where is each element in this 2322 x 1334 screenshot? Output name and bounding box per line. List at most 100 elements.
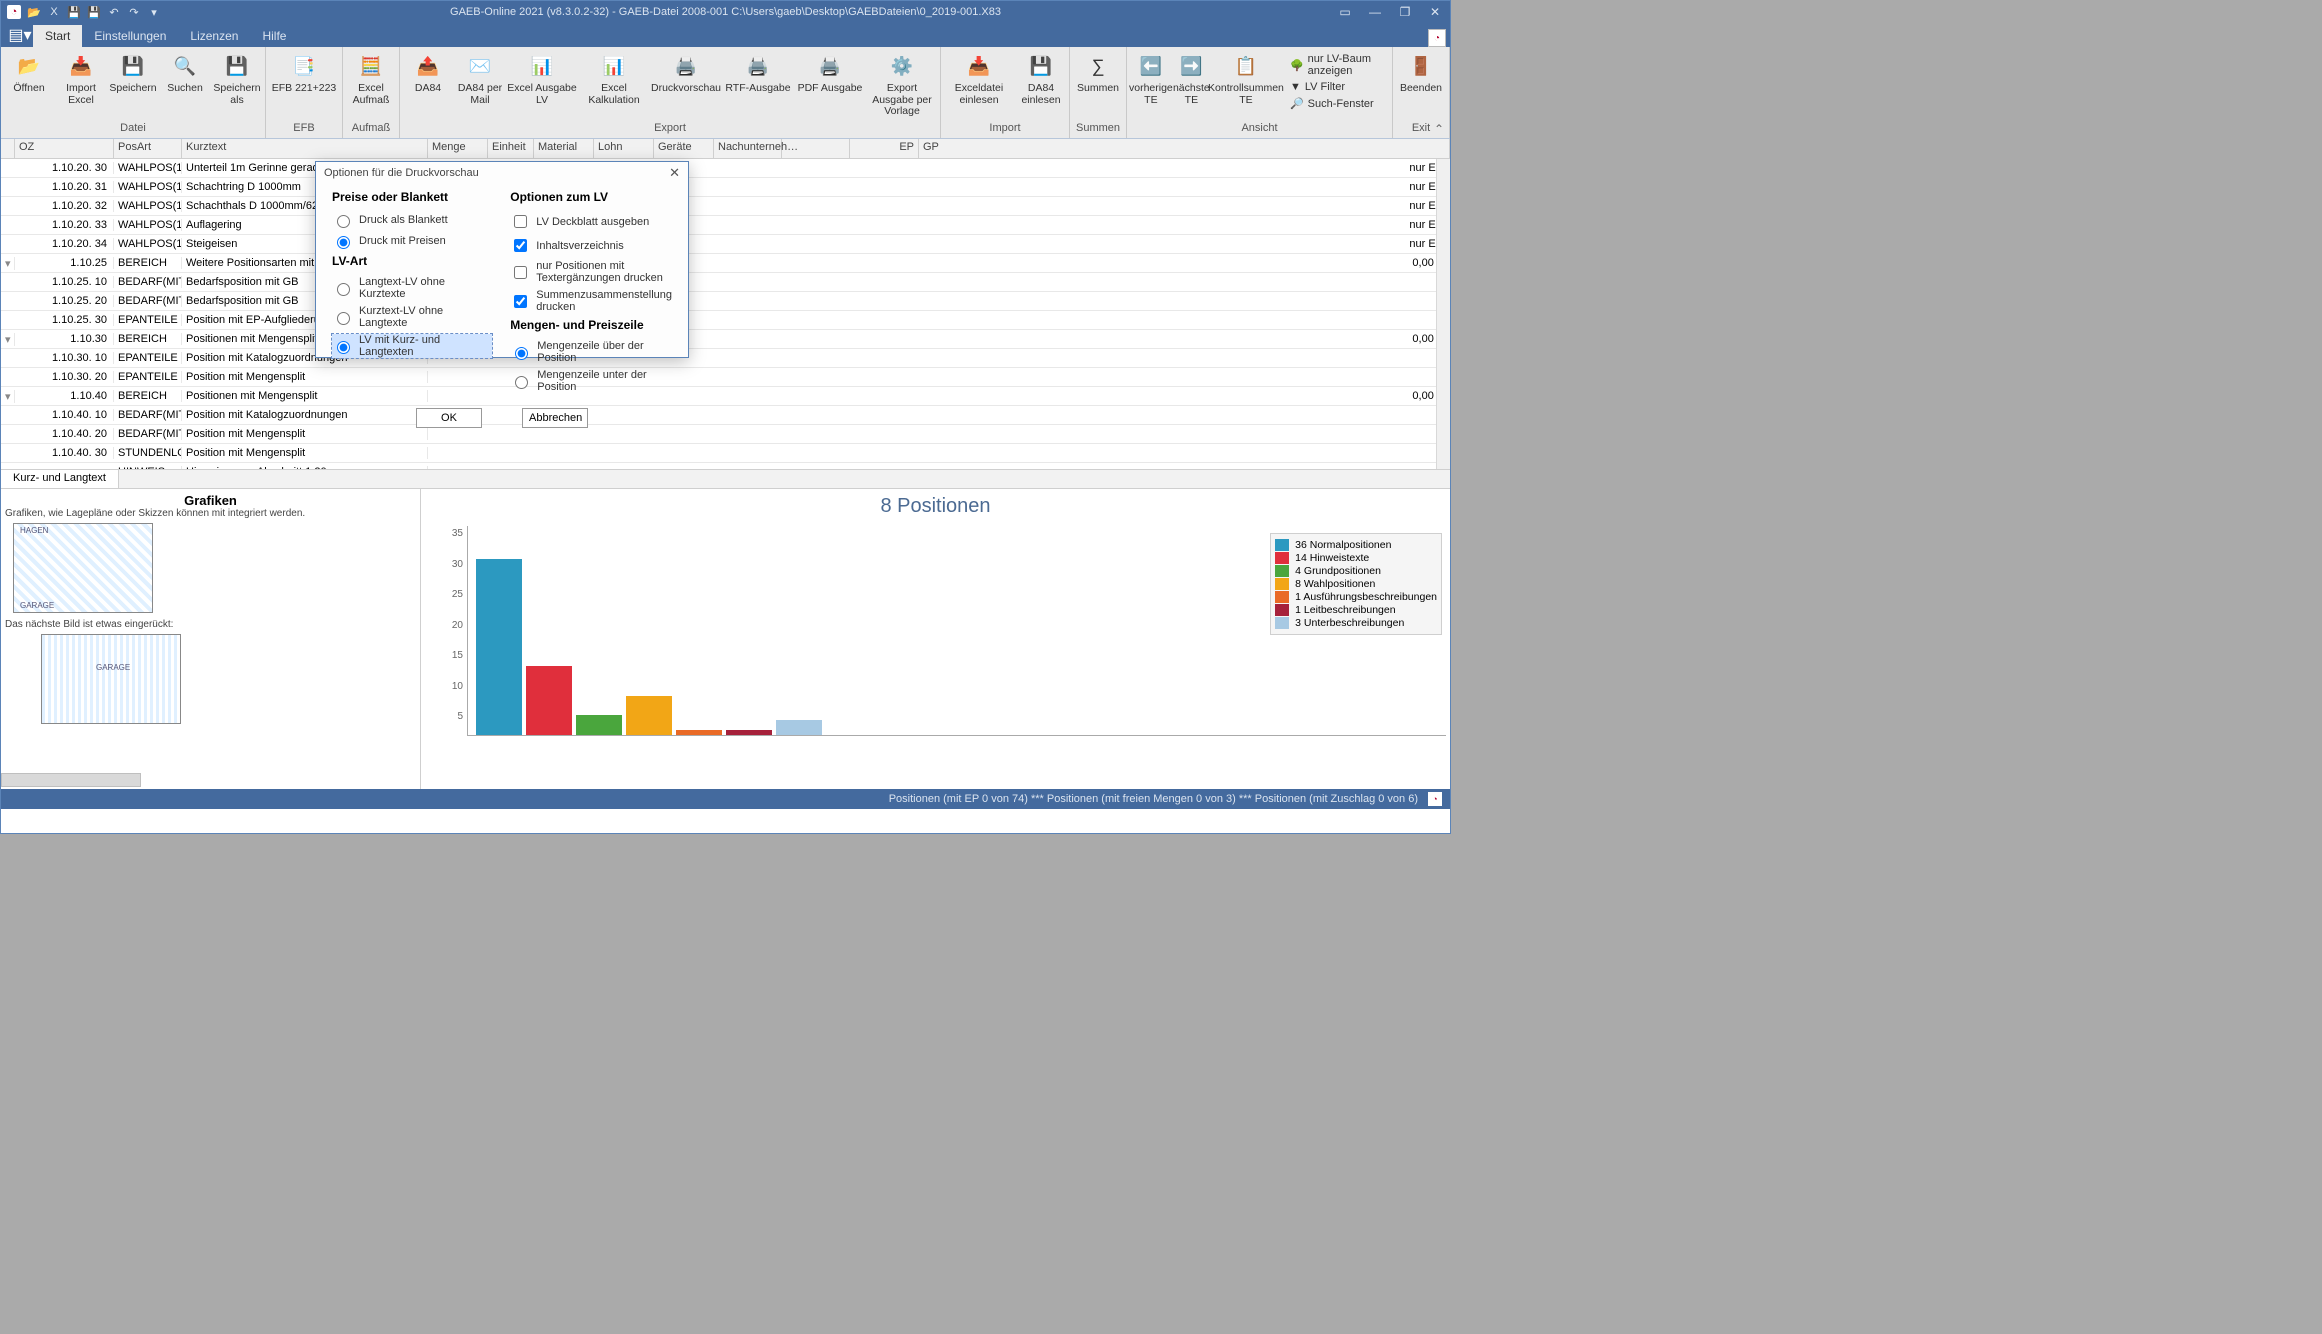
ribbon-mode-icon[interactable]: ▭ <box>1330 1 1360 23</box>
cell-posart: BEDARF(MIT GB) <box>114 409 182 421</box>
qat-excel-icon[interactable]: X <box>47 5 61 19</box>
qat-dropdown-icon[interactable]: ▾ <box>147 5 161 19</box>
col-posart[interactable]: PosArt <box>114 139 182 158</box>
detail-hscroll[interactable] <box>1 773 141 787</box>
ribbon-excel-aufma-[interactable]: 🧮Excel Aufmaß <box>345 49 397 106</box>
tab-kurz-langtext[interactable]: Kurz- und Langtext <box>1 470 119 488</box>
ribbon-excel-ausgabe-lv[interactable]: 📊Excel Ausgabe LV <box>506 49 578 106</box>
table-row[interactable]: HINWEISHinweise zum Abschnitt 1.20 <box>1 463 1450 469</box>
grid-scrollbar[interactable] <box>1436 159 1450 469</box>
table-row[interactable]: 1.10.25. 20BEDARF(MIT GB)Bedarfsposition… <box>1 292 1450 311</box>
col-oz[interactable]: OZ <box>15 139 114 158</box>
table-row[interactable]: 1.10.20. 31WAHLPOS(1.2 zu 1.0)Schachtrin… <box>1 178 1450 197</box>
tab-start[interactable]: Start <box>33 25 82 47</box>
radio-kurztext[interactable]: Kurztext-LV ohne Langtexte <box>332 305 492 329</box>
radio-kurz-lang[interactable]: LV mit Kurz- und Langtexten <box>332 334 492 358</box>
table-row[interactable]: 1.10.40. 20BEDARF(MIT GB)Position mit Me… <box>1 425 1450 444</box>
table-row[interactable]: 1.10.20. 30WAHLPOS(1.2 zu 1.0)Unterteil … <box>1 159 1450 178</box>
table-row[interactable]: 1.10.40. 30STUNDENLOHNPosition mit Menge… <box>1 444 1450 463</box>
table-row[interactable]: 1.10.25. 10BEDARF(MIT GB)Bedarfsposition… <box>1 273 1450 292</box>
ribbon-speichern[interactable]: 💾Speichern <box>107 49 159 95</box>
ribbon-suchen[interactable]: 🔍Suchen <box>159 49 211 95</box>
ribbon-summen[interactable]: ∑Summen <box>1072 49 1124 95</box>
cell-gp: nur EP <box>919 219 1450 231</box>
col-ep[interactable]: EP <box>850 139 919 158</box>
col-lohn[interactable]: Lohn <box>594 139 654 158</box>
window-title: GAEB-Online 2021 (v8.3.0.2-32) - GAEB-Da… <box>450 6 1001 18</box>
legend-item: 1 Ausführungsbeschreibungen <box>1275 591 1437 603</box>
table-row[interactable]: 1.10.30. 10EPANTEILEPosition mit Katalog… <box>1 349 1450 368</box>
maximize-icon[interactable]: ❐ <box>1390 1 1420 23</box>
ribbon-vorherige-te[interactable]: ⬅️vorherige TE <box>1129 49 1173 106</box>
ribbon-beenden[interactable]: 🚪Beenden <box>1395 49 1447 95</box>
ribbon-exceldatei-einlesen[interactable]: 📥Exceldatei einlesen <box>943 49 1015 106</box>
file-menu-icon[interactable]: ▤▾ <box>7 23 33 47</box>
qat-undo-icon[interactable]: ↶ <box>107 5 121 19</box>
close-icon[interactable]: ✕ <box>1420 1 1450 23</box>
radio-menge-ueber[interactable]: Mengenzeile über der Position <box>510 340 672 364</box>
radio-langtext[interactable]: Langtext-LV ohne Kurztexte <box>332 276 492 300</box>
col-nachuntern[interactable]: Nachunterneh… <box>714 139 782 158</box>
dialog-close-icon[interactable]: ✕ <box>669 165 680 181</box>
col-einheit[interactable]: Einheit <box>488 139 534 158</box>
ribbon-link-such-fenster[interactable]: 🔎Such-Fenster <box>1290 97 1382 110</box>
qat-redo-icon[interactable]: ↷ <box>127 5 141 19</box>
ribbon-da84-per-mail[interactable]: ✉️DA84 per Mail <box>454 49 506 106</box>
table-row[interactable]: 1.10.20. 34WAHLPOS(1.2 zu 1.0)Steigeisen… <box>1 235 1450 254</box>
col-kurztext[interactable]: Kurztext <box>182 139 428 158</box>
data-grid[interactable]: 1.10.20. 30WAHLPOS(1.2 zu 1.0)Unterteil … <box>1 159 1450 469</box>
radio-blankett[interactable]: Druck als Blankett <box>332 212 492 228</box>
ribbon-export-ausgabe-per-vorlage[interactable]: ⚙️Export Ausgabe per Vorlage <box>866 49 938 118</box>
ribbon-pdf-ausgabe[interactable]: 🖨️PDF Ausgabe <box>794 49 866 95</box>
table-row[interactable]: 1.10.40. 10BEDARF(MIT GB)Position mit Ka… <box>1 406 1450 425</box>
ribbon-link-lv-filter[interactable]: ▼LV Filter <box>1290 81 1382 93</box>
tab-einstellungen[interactable]: Einstellungen <box>82 25 178 47</box>
table-row[interactable]: 1.10.25. 30EPANTEILEPosition mit EP-Aufg… <box>1 311 1450 330</box>
qat-save-icon[interactable]: 💾 <box>67 5 81 19</box>
check-summen[interactable]: Summenzusammenstellung drucken <box>510 289 672 313</box>
ribbon-efb-221-223[interactable]: 📑EFB 221+223 <box>268 49 340 95</box>
qat-save2-icon[interactable]: 💾 <box>87 5 101 19</box>
table-row[interactable]: ▾1.10.30BEREICHPositionen mit Mengenspli… <box>1 330 1450 349</box>
radio-menge-unter[interactable]: Mengenzeile unter der Position <box>510 369 672 393</box>
ribbon--ffnen[interactable]: 📂Öffnen <box>3 49 55 95</box>
check-textergaenz[interactable]: nur Positionen mit Textergänzungen druck… <box>510 260 672 284</box>
col-geraete[interactable]: Geräte <box>654 139 714 158</box>
col-material[interactable]: Material <box>534 139 594 158</box>
ribbon-collapse-icon[interactable]: ⌃ <box>1432 122 1446 136</box>
cell-oz: 1.10.25. 10 <box>15 276 114 288</box>
table-row[interactable]: ▾1.10.25BEREICHWeitere Positionsarten mi… <box>1 254 1450 273</box>
table-row[interactable]: 1.10.20. 33WAHLPOS(1.2 zu 1.0)Auflagerin… <box>1 216 1450 235</box>
ribbon-druckvorschau[interactable]: 🖨️Druckvorschau <box>650 49 722 95</box>
ribbon-n-chste-te[interactable]: ➡️nächste TE <box>1173 49 1210 106</box>
export-ausgabe-per-vorlage-icon: ⚙️ <box>888 53 916 81</box>
cell-oz: 1.10.25 <box>15 257 114 269</box>
minimize-icon[interactable]: — <box>1360 1 1390 23</box>
check-deckblatt[interactable]: LV Deckblatt ausgeben <box>510 212 672 231</box>
ribbon-kontrollsummen-te[interactable]: 📋Kontrollsummen TE <box>1210 49 1282 106</box>
col-gp[interactable]: GP <box>919 139 1450 158</box>
dialog-cancel-button[interactable]: Abbrechen <box>522 408 588 428</box>
table-row[interactable]: 1.10.20. 32WAHLPOS(1.2 zu 1.0)Schachthal… <box>1 197 1450 216</box>
ribbon-group-ansicht: Ansicht <box>1127 122 1392 138</box>
ribbon-excel-kalkulation[interactable]: 📊Excel Kalkulation <box>578 49 650 106</box>
col-color[interactable] <box>782 139 850 158</box>
check-inhalt[interactable]: Inhaltsverzeichnis <box>510 236 672 255</box>
ribbon-speichern-als[interactable]: 💾Speichern als <box>211 49 263 106</box>
col-menge[interactable]: Menge <box>428 139 488 158</box>
qat-open-icon[interactable]: 📂 <box>27 5 41 19</box>
ribbon-rtf-ausgabe[interactable]: 🖨️RTF-Ausgabe <box>722 49 794 95</box>
table-row[interactable]: ▾1.10.40BEREICHPositionen mit Mengenspli… <box>1 387 1450 406</box>
table-row[interactable]: 1.10.30. 20EPANTEILEPosition mit Mengens… <box>1 368 1450 387</box>
tab-hilfe[interactable]: Hilfe <box>250 25 298 47</box>
grafiken-sub: Grafiken, wie Lagepläne oder Skizzen kön… <box>5 508 416 519</box>
cell-gp: nur EP <box>919 162 1450 174</box>
dialog-ok-button[interactable]: OK <box>416 408 482 428</box>
radio-preisen[interactable]: Druck mit Preisen <box>332 233 492 249</box>
ribbon-link-nur-lv-baum-anzeigen[interactable]: 🌳nur LV-Baum anzeigen <box>1290 53 1382 77</box>
ribbon-import-excel[interactable]: 📥Import Excel <box>55 49 107 106</box>
detail-tabs: Kurz- und Langtext <box>1 469 1450 489</box>
ribbon-da84-einlesen[interactable]: 💾DA84 einlesen <box>1015 49 1067 106</box>
ribbon-da84[interactable]: 📤DA84 <box>402 49 454 95</box>
tab-lizenzen[interactable]: Lizenzen <box>178 25 250 47</box>
